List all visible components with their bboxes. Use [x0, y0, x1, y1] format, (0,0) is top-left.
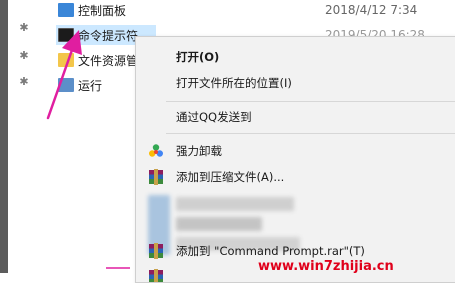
annotation-arrow-icon [46, 30, 82, 120]
small-arrow-icon [106, 267, 130, 269]
watermark: www.win7zhijia.cn [258, 259, 394, 274]
